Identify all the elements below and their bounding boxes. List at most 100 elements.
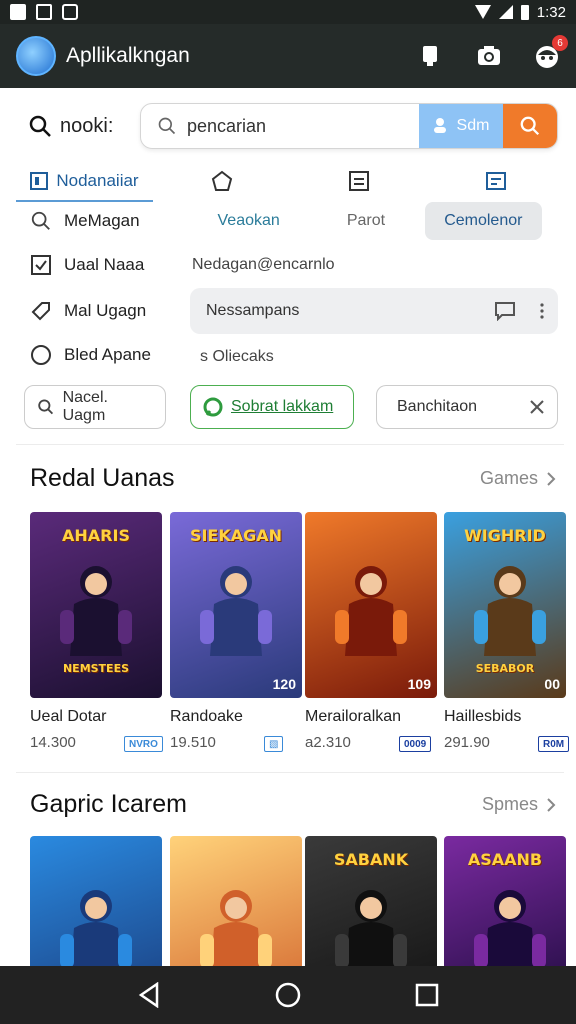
chevron-right-icon: [547, 797, 556, 812]
comment-icon[interactable]: [494, 301, 516, 321]
tab-document[interactable]: [290, 160, 427, 202]
game-price: 291.90: [444, 734, 490, 751]
card-corner-label: 00: [544, 676, 560, 692]
checkbox-checked-icon: [31, 255, 51, 275]
photo-icon: [36, 4, 52, 20]
card-art-title: SIEKAGAN: [189, 526, 283, 545]
filter-row-4[interactable]: Bled Apane: [30, 344, 151, 366]
tab-nodanaiiar[interactable]: Nodanaiiar: [16, 160, 153, 202]
card-art-subtitle: SEBABOR: [475, 662, 535, 675]
clipboard-icon[interactable]: [418, 43, 444, 69]
divider: [16, 772, 564, 773]
search-box[interactable]: Sdm: [140, 103, 558, 149]
section-title: Redal Uanas: [30, 464, 175, 492]
game-price: 14.300: [30, 734, 76, 751]
section-link-label: Spmes: [481, 794, 538, 814]
section-link[interactable]: Spmes: [482, 794, 556, 815]
status-time: 1:32: [536, 3, 566, 21]
recents-icon[interactable]: [415, 983, 439, 1007]
chip-sobrat[interactable]: Sobrat lakkam: [190, 385, 354, 429]
filter-label: Mal Ugagn: [64, 301, 147, 320]
game-tag: NVRO: [124, 736, 163, 752]
app-logo: [16, 36, 56, 76]
card-art-title: ASAANB: [467, 850, 543, 869]
game-name[interactable]: Ueal Dotar: [30, 708, 106, 726]
divider: [16, 444, 564, 445]
radio-icon: [31, 345, 51, 365]
search-row: nooki: Sdm: [0, 102, 576, 150]
game-tag: 0009: [399, 736, 432, 752]
info-icon: [62, 4, 78, 20]
camera-icon[interactable]: [476, 43, 502, 69]
game-card[interactable]: AHARIS NEMSTEES: [30, 512, 162, 698]
notification-icon: [10, 4, 26, 20]
signal-icon: [498, 5, 513, 19]
section-link-label: Games: [479, 468, 538, 488]
tab-shape[interactable]: [153, 160, 290, 202]
game-tag: R0M: [538, 736, 570, 752]
notification-badge: 6: [552, 35, 568, 51]
card-art-title: AHARIS: [62, 526, 130, 545]
card-art-title: SABANK: [333, 850, 409, 869]
game-name[interactable]: Randoake: [170, 708, 243, 726]
filter-row-4-text: s Oliecaks: [200, 348, 274, 365]
chip-banchitaon[interactable]: Banchitaon: [376, 385, 558, 429]
selection-text: Nessampans: [206, 302, 300, 319]
close-icon[interactable]: [529, 399, 545, 415]
search-icon: [158, 117, 176, 135]
profile-icon[interactable]: 6: [534, 35, 568, 69]
search-label-group: nooki:: [28, 114, 140, 138]
game-name[interactable]: Merailoralkan: [305, 708, 401, 726]
tab-list[interactable]: [427, 160, 564, 202]
game-tag: ▧: [264, 736, 284, 752]
chip-nacel[interactable]: Nacel. Uagm: [24, 385, 166, 429]
section-title: Gapric Icarem: [30, 790, 187, 818]
wifi-icon: [474, 5, 491, 19]
game-card[interactable]: 109: [305, 512, 437, 698]
battery-icon: [520, 4, 529, 20]
character-art: [335, 566, 407, 656]
segmented-control: Veaokan Parot Cemolenor: [190, 202, 542, 240]
tag-icon: [31, 302, 50, 321]
card-corner-label: 109: [407, 676, 431, 692]
chat-icon: [203, 397, 223, 417]
chevron-right-icon: [547, 471, 556, 486]
status-bar: 1:32: [0, 0, 576, 24]
search-input[interactable]: [187, 115, 407, 137]
filter-row-2-text: Nedagan@encarnlo: [192, 256, 335, 273]
character-art: [60, 566, 132, 656]
filter-row-1[interactable]: MeMagan: [30, 210, 140, 232]
segment-cemolenor[interactable]: Cemolenor: [424, 202, 542, 240]
chip-label: Sobrat lakkam: [231, 398, 334, 415]
app-title: Apllikalkngan: [66, 44, 190, 67]
more-vert-icon[interactable]: [540, 303, 544, 319]
character-art: [200, 566, 272, 656]
document-icon: [348, 171, 369, 191]
tab-bar: Nodanaiiar: [16, 160, 564, 202]
card-art-subtitle: NEMSTEES: [62, 662, 130, 675]
send-label: Sdm: [456, 117, 490, 134]
search-button[interactable]: [503, 104, 557, 148]
back-icon[interactable]: [137, 982, 161, 1008]
segment-parot[interactable]: Parot: [307, 212, 424, 230]
search-label: nooki:: [60, 114, 114, 137]
home-icon[interactable]: [274, 981, 302, 1009]
person-icon: [433, 118, 446, 133]
section-link[interactable]: Games: [480, 468, 556, 489]
filter-label: Bled Apane: [64, 345, 151, 364]
search-icon: [520, 116, 540, 136]
game-name[interactable]: Haillesbids: [444, 708, 521, 726]
card-art-title: WIGHRID: [464, 526, 546, 545]
pentagon-icon: [211, 170, 232, 191]
game-card[interactable]: SIEKAGAN 120: [170, 512, 302, 698]
selection-box[interactable]: Nessampans: [190, 288, 558, 334]
tab-label: Nodanaiiar: [56, 171, 139, 190]
filter-row-2[interactable]: Uaal Naaa: [30, 254, 144, 276]
segment-veaokan[interactable]: Veaokan: [190, 212, 307, 230]
filter-row-3[interactable]: Mal Ugagn: [30, 300, 146, 322]
send-button[interactable]: Sdm: [419, 104, 503, 148]
navigation-bar: [0, 966, 576, 1024]
search-icon: [38, 399, 54, 415]
game-price: а2.310: [305, 734, 351, 751]
game-card[interactable]: WIGHRID SEBABOR 00: [444, 512, 566, 698]
